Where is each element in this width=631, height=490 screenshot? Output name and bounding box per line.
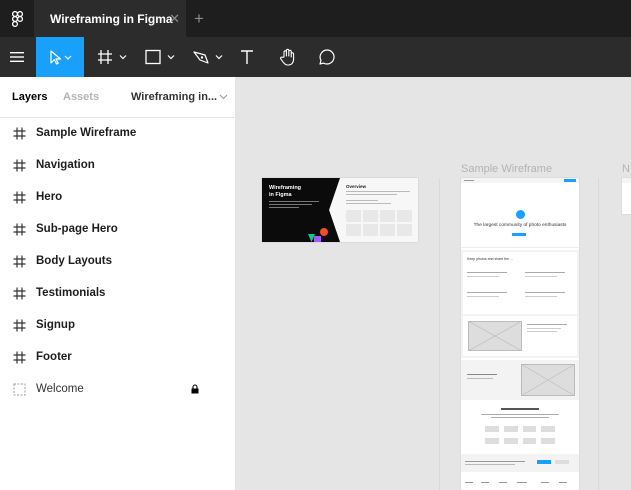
layer-label: Signup: [36, 319, 75, 331]
frame-icon: [13, 127, 26, 140]
wf-section-heading: Keep photos and share the ...: [467, 257, 513, 261]
cover-title: Wireframing in Figma: [269, 185, 301, 199]
frame-icon: [13, 159, 26, 172]
shape-tool-icon: [145, 49, 175, 65]
wf-hero: The largest community of photo enthusias…: [461, 184, 579, 248]
image-placeholder: [468, 321, 522, 351]
column-guide: [598, 178, 599, 490]
move-tool-icon: [50, 50, 72, 65]
add-tab-icon[interactable]: +: [194, 10, 204, 27]
pen-tool-icon: [193, 51, 223, 64]
layer-label: Footer: [36, 351, 72, 363]
menu-icon: [10, 52, 24, 62]
play-icon: [516, 210, 525, 219]
cover-title-line2: in Figma: [269, 192, 292, 198]
frame-icon: [13, 191, 26, 204]
layer-label: Sample Wireframe: [36, 127, 137, 139]
tab-bar: Wireframing in Figma ✕ +: [0, 0, 631, 37]
layer-label: Body Layouts: [36, 255, 113, 267]
layer-label: Welcome: [36, 383, 84, 395]
frame-label-sample-wireframe[interactable]: Sample Wireframe: [461, 163, 552, 175]
section-icon: [13, 383, 26, 396]
tab-assets[interactable]: Assets: [63, 91, 99, 103]
page-selector[interactable]: Wireframing in...: [131, 91, 217, 103]
wf-nav: [461, 178, 579, 183]
lock-icon[interactable]: [191, 384, 199, 394]
cover-thumbnails: [346, 210, 412, 236]
pen-tool-button[interactable]: [188, 37, 228, 77]
sample-wireframe-frame[interactable]: The largest community of photo enthusias…: [461, 178, 579, 490]
layer-item[interactable]: Body Layouts: [0, 246, 235, 278]
shape-orange: [320, 228, 328, 236]
layer-item[interactable]: Footer: [0, 342, 235, 374]
layer-item[interactable]: Sample Wireframe: [0, 118, 235, 150]
shape-purple: [314, 236, 321, 242]
wf-section-1: Keep photos and share the ...: [461, 250, 579, 358]
chevron-down-icon[interactable]: [219, 92, 228, 101]
frame-tool-button[interactable]: [92, 37, 132, 77]
layer-label: Testimonials: [36, 287, 106, 299]
text-tool-icon: [241, 50, 253, 64]
cover-copy: [269, 201, 319, 208]
cover-overview-heading: Overview: [346, 184, 367, 189]
file-tab-title: Wireframing in Figma: [50, 11, 173, 26]
frame-icon: [13, 255, 26, 268]
comment-tool-button[interactable]: [312, 37, 342, 77]
layers-panel: Layers Assets Wireframing in... Sample W…: [0, 77, 236, 490]
wf-section-4: [461, 454, 579, 472]
frame-tool-icon: [98, 50, 127, 64]
file-tab[interactable]: Wireframing in Figma ✕: [34, 0, 186, 37]
text-tool-button[interactable]: [232, 37, 262, 77]
layer-item[interactable]: Testimonials: [0, 278, 235, 310]
move-tool-button[interactable]: [36, 37, 84, 77]
panel-tabs: Layers Assets Wireframing in...: [0, 77, 235, 118]
hand-tool-button[interactable]: [272, 37, 304, 77]
canvas[interactable]: Wireframing in Figma Overview Sample Wir…: [236, 77, 631, 490]
wf-section-2: [461, 360, 579, 400]
layer-label: Hero: [36, 191, 63, 203]
image-placeholder: [521, 364, 575, 396]
tab-layers[interactable]: Layers: [12, 91, 47, 103]
frame-icon: [13, 319, 26, 332]
wf-footer: [461, 474, 579, 490]
frame-icon: [13, 351, 26, 364]
shape-tool-button[interactable]: [140, 37, 180, 77]
wf-hero-tagline: The largest community of photo enthusias…: [473, 223, 567, 228]
column-guide: [439, 178, 440, 490]
figma-logo-icon[interactable]: [0, 0, 34, 37]
hand-tool-icon: [280, 48, 295, 66]
layer-item[interactable]: Welcome: [0, 374, 235, 406]
frame-icon: [13, 287, 26, 300]
frame-label-next[interactable]: N: [622, 163, 630, 175]
cover-title-line1: Wireframing: [269, 185, 302, 191]
close-tab-icon[interactable]: ✕: [169, 12, 180, 25]
toolbar: [0, 37, 631, 77]
layer-item[interactable]: Hero: [0, 182, 235, 214]
comment-tool-icon: [319, 49, 335, 65]
cover-frame[interactable]: Wireframing in Figma Overview: [262, 178, 418, 242]
cover-overview-text: [346, 191, 410, 204]
layer-item[interactable]: Sub-page Hero: [0, 214, 235, 246]
frame-icon: [13, 223, 26, 236]
layer-label: Navigation: [36, 159, 95, 171]
main-menu-button[interactable]: [0, 37, 34, 77]
layer-item[interactable]: Signup: [0, 310, 235, 342]
layer-label: Sub-page Hero: [36, 223, 118, 235]
layer-item[interactable]: Navigation: [0, 150, 235, 182]
wf-section-3: [461, 402, 579, 452]
next-frame-edge[interactable]: [622, 178, 631, 214]
